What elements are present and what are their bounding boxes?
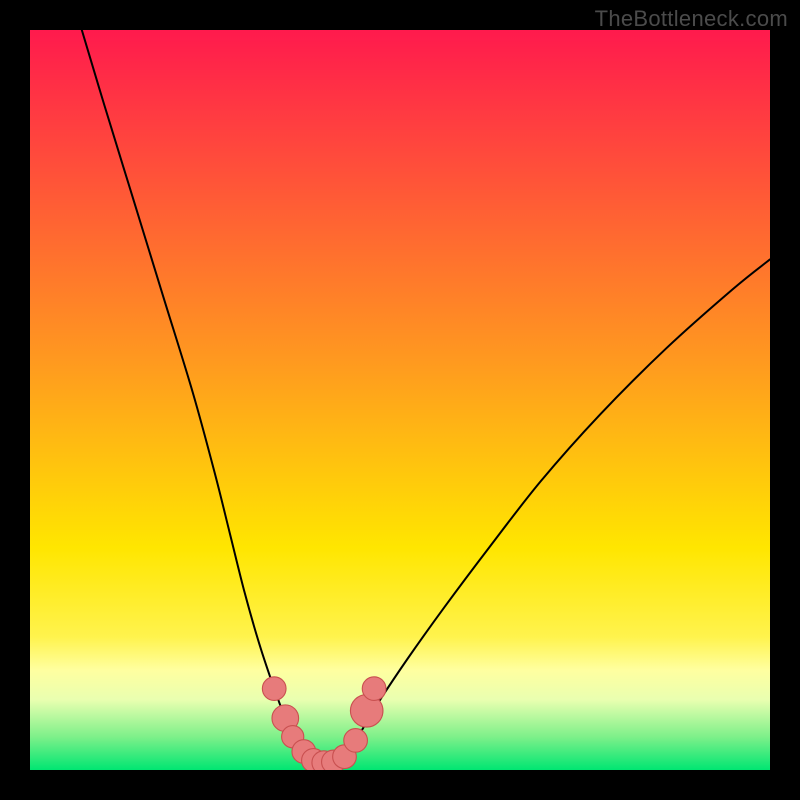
data-marker	[344, 729, 368, 753]
data-marker	[262, 677, 286, 701]
bottleneck-curve	[82, 30, 770, 763]
curve-layer	[30, 30, 770, 770]
plot-area	[30, 30, 770, 770]
chart-frame: TheBottleneck.com	[0, 0, 800, 800]
data-marker	[362, 677, 386, 701]
watermark-text: TheBottleneck.com	[595, 6, 788, 32]
